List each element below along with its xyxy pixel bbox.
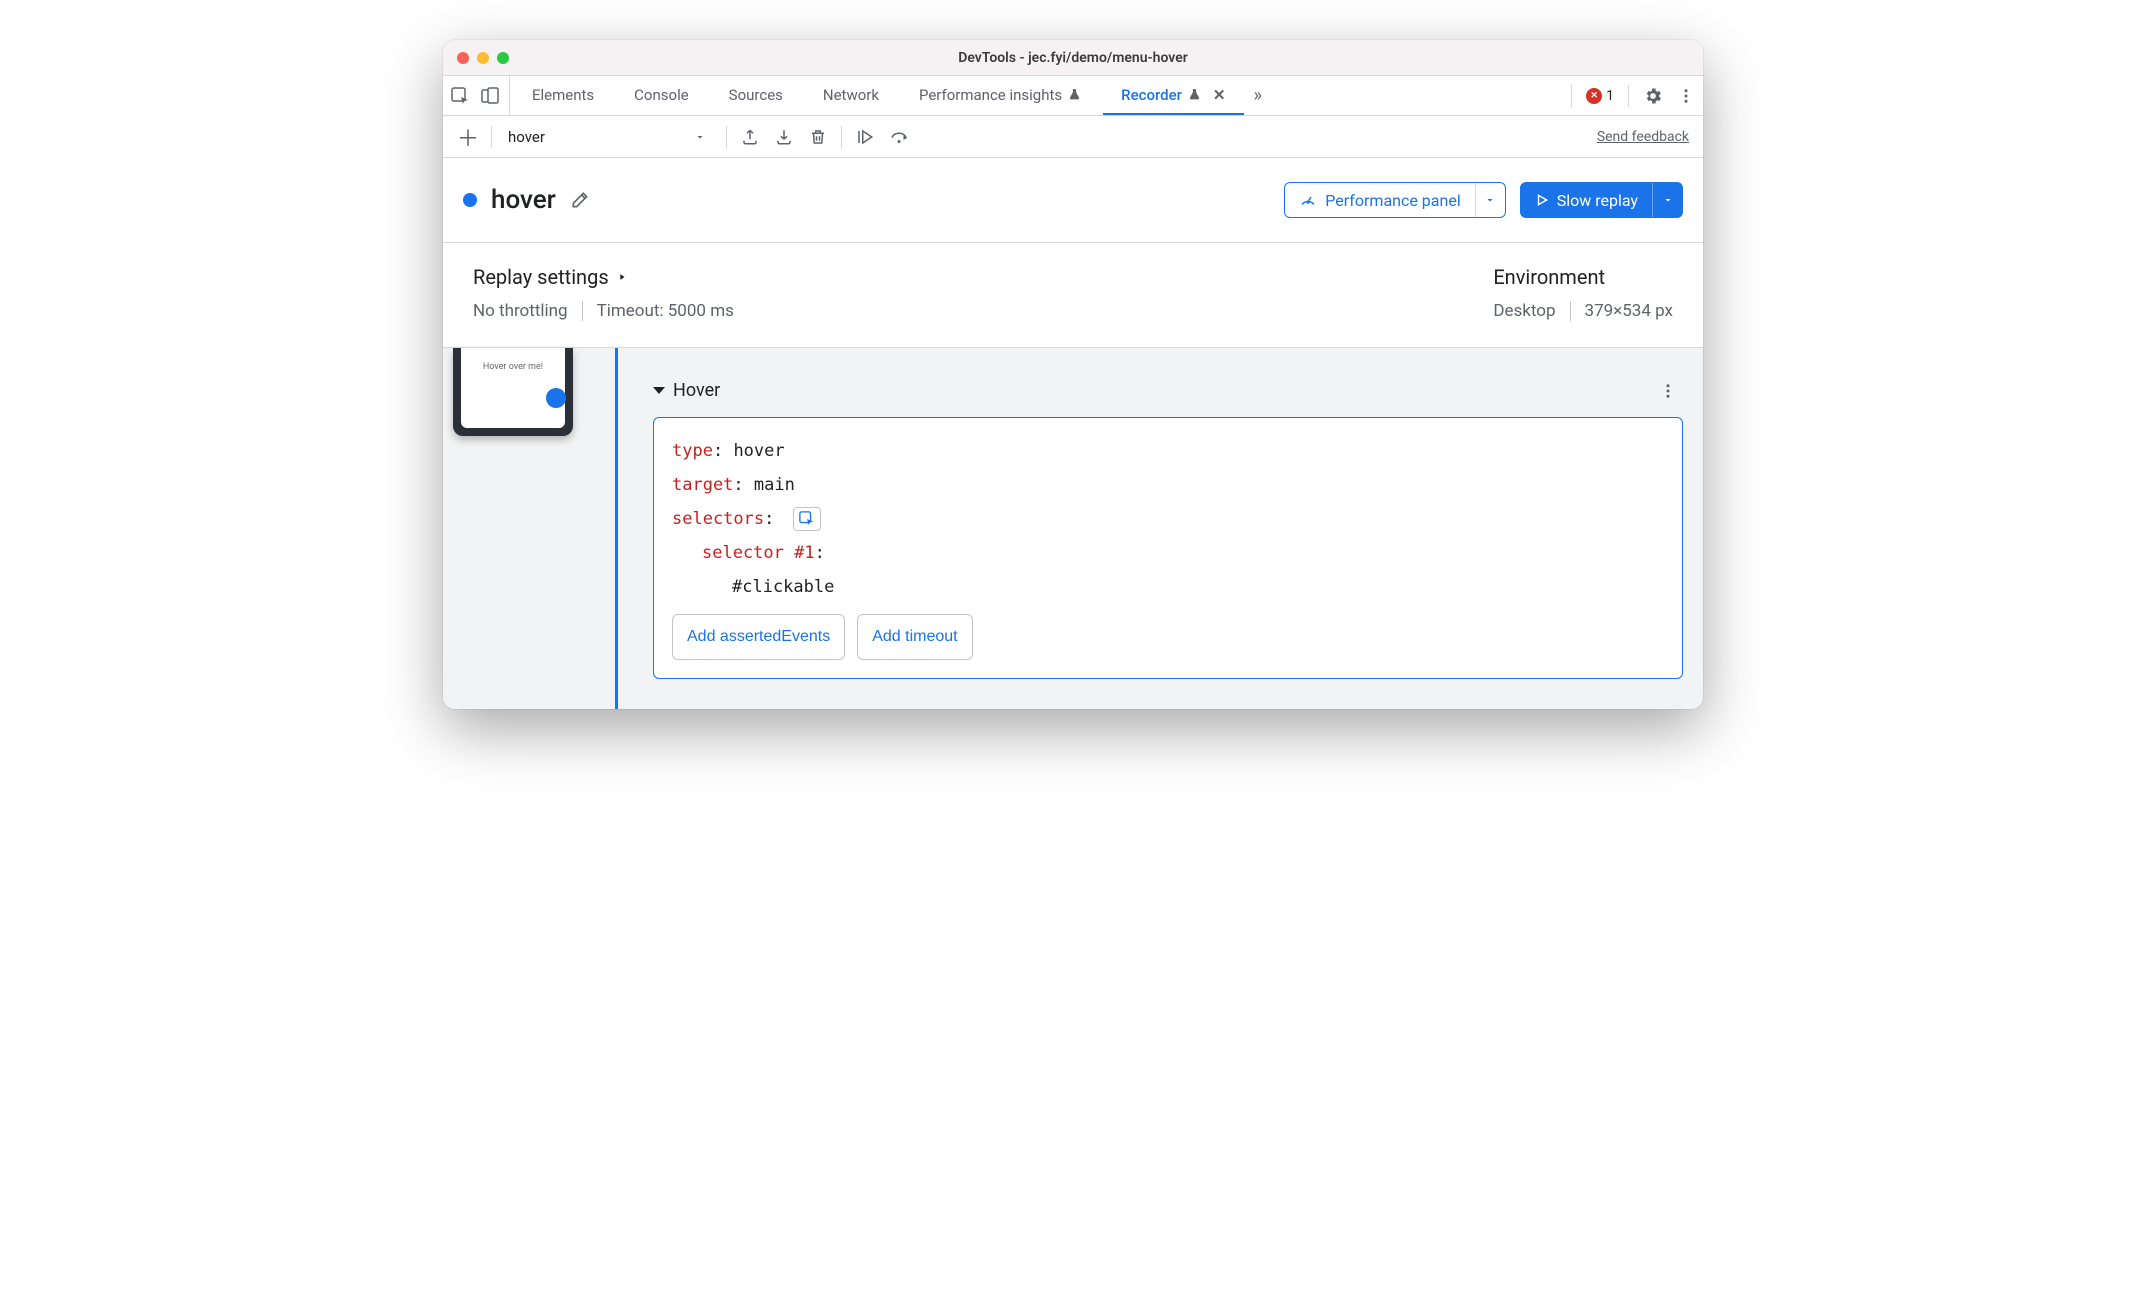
error-count: 1 — [1606, 88, 1614, 104]
step-column: Hover type: hover target: main selectors… — [593, 348, 1683, 679]
replay-settings-heading[interactable]: Replay settings — [473, 265, 734, 289]
step-header[interactable]: Hover — [653, 380, 1683, 401]
step-marker — [546, 388, 566, 408]
collapse-icon[interactable] — [653, 387, 665, 394]
slow-replay-button[interactable]: Slow replay — [1520, 182, 1683, 218]
device-toolbar-icon[interactable] — [481, 87, 499, 105]
error-icon — [1586, 88, 1602, 104]
tab-network[interactable]: Network — [805, 76, 897, 115]
panel-tabstrip: Elements Console Sources Network Perform… — [443, 76, 1703, 116]
screenshot-column: Hover over me! — [453, 348, 593, 679]
tab-label: Console — [634, 86, 689, 104]
key: target — [672, 475, 733, 495]
chevron-right-icon — [617, 270, 627, 284]
tab-label: Recorder — [1121, 86, 1182, 104]
recording-select[interactable]: hover — [504, 123, 714, 151]
environment-settings: Environment Desktop 379×534 px — [1493, 265, 1673, 321]
key: type — [672, 441, 713, 461]
step-row-selector1-value[interactable]: #clickable — [672, 570, 1664, 604]
delete-icon[interactable] — [807, 126, 829, 148]
tab-label: Sources — [729, 86, 783, 104]
add-asserted-events-button[interactable]: Add assertedEvents — [672, 614, 845, 660]
device-value: Desktop — [1493, 301, 1555, 321]
close-tab-icon[interactable]: ✕ — [1213, 86, 1226, 104]
tab-recorder[interactable]: Recorder ✕ — [1103, 76, 1243, 115]
add-timeout-button[interactable]: Add timeout — [857, 614, 972, 660]
tab-label: Network — [823, 86, 879, 104]
new-recording-icon[interactable]: ＋ — [457, 126, 479, 148]
timeout-value: Timeout: 5000 ms — [597, 301, 734, 321]
timeline-area: Hover over me! Hover type: hover target: — [443, 348, 1703, 709]
tab-sources[interactable]: Sources — [711, 76, 801, 115]
replay-speed-dropdown[interactable] — [1652, 183, 1682, 217]
flask-icon — [1068, 88, 1081, 101]
step-row-target[interactable]: target: main — [672, 468, 1664, 502]
key: selector #1 — [702, 543, 815, 563]
step-add-row: Add assertedEvents Add timeout — [672, 614, 1664, 660]
value: main — [754, 475, 795, 495]
environment-heading: Environment — [1493, 265, 1673, 289]
continue-icon[interactable] — [854, 126, 876, 148]
button-label: Performance panel — [1325, 191, 1460, 210]
value: hover — [733, 441, 784, 461]
recording-title: hover — [491, 185, 556, 215]
step-row-selectors[interactable]: selectors: — [672, 502, 1664, 536]
tab-elements[interactable]: Elements — [514, 76, 612, 115]
performance-panel-dropdown[interactable] — [1475, 183, 1505, 217]
step-menu-icon[interactable] — [1659, 382, 1683, 400]
step-over-icon[interactable] — [888, 126, 910, 148]
separator — [841, 126, 842, 148]
separator — [491, 126, 492, 148]
button-label: Slow replay — [1557, 191, 1638, 210]
performance-panel-button[interactable]: Performance panel — [1284, 182, 1505, 218]
import-icon[interactable] — [773, 126, 795, 148]
flask-icon — [1188, 88, 1201, 101]
separator — [726, 126, 727, 148]
replay-settings: Replay settings No throttling Timeout: 5… — [473, 265, 734, 321]
step-row-selector1[interactable]: selector #1: — [672, 536, 1664, 570]
gauge-icon — [1299, 191, 1317, 209]
recording-actions: Performance panel Slow replay — [1284, 182, 1683, 218]
edit-title-icon[interactable] — [570, 190, 590, 210]
throttling-value: No throttling — [473, 301, 568, 321]
tab-console[interactable]: Console — [616, 76, 707, 115]
tab-label: Performance insights — [919, 86, 1062, 104]
error-badge[interactable]: 1 — [1571, 84, 1614, 108]
heading-label: Replay settings — [473, 265, 609, 289]
step-details-card: type: hover target: main selectors: sele… — [653, 417, 1683, 679]
window-title: DevTools - jec.fyi/demo/menu-hover — [443, 50, 1703, 66]
recording-title-group: hover — [463, 185, 590, 215]
tabstrip-left-tools — [451, 76, 510, 115]
send-feedback-link[interactable]: Send feedback — [1597, 129, 1689, 145]
step-name: Hover — [673, 380, 720, 401]
play-icon — [1535, 193, 1549, 207]
inspect-element-icon[interactable] — [451, 87, 469, 105]
separator — [1628, 85, 1629, 107]
separator — [1570, 301, 1571, 321]
step-row-type[interactable]: type: hover — [672, 434, 1664, 468]
recording-select-value: hover — [508, 128, 545, 146]
settings-gear-icon[interactable] — [1643, 86, 1663, 106]
settings-row: Replay settings No throttling Timeout: 5… — [443, 243, 1703, 348]
chevron-down-icon — [694, 131, 706, 143]
recording-status-dot — [463, 193, 477, 207]
separator — [582, 301, 583, 321]
more-menu-icon[interactable] — [1677, 87, 1695, 105]
value: #clickable — [732, 577, 834, 597]
export-icon[interactable] — [739, 126, 761, 148]
more-tabs-icon[interactable]: » — [1248, 85, 1268, 106]
devtools-window: DevTools - jec.fyi/demo/menu-hover Eleme… — [443, 40, 1703, 709]
recording-header: hover Performance panel — [443, 158, 1703, 243]
tab-performance-insights[interactable]: Performance insights — [901, 76, 1099, 115]
viewport-value: 379×534 px — [1585, 301, 1673, 321]
tab-label: Elements — [532, 86, 594, 104]
element-picker-icon[interactable] — [793, 507, 821, 531]
titlebar: DevTools - jec.fyi/demo/menu-hover — [443, 40, 1703, 76]
recorder-toolbar: ＋ hover Send feedback — [443, 116, 1703, 158]
thumbnail-content: Hover over me! — [461, 348, 565, 428]
key: selectors — [672, 509, 764, 529]
